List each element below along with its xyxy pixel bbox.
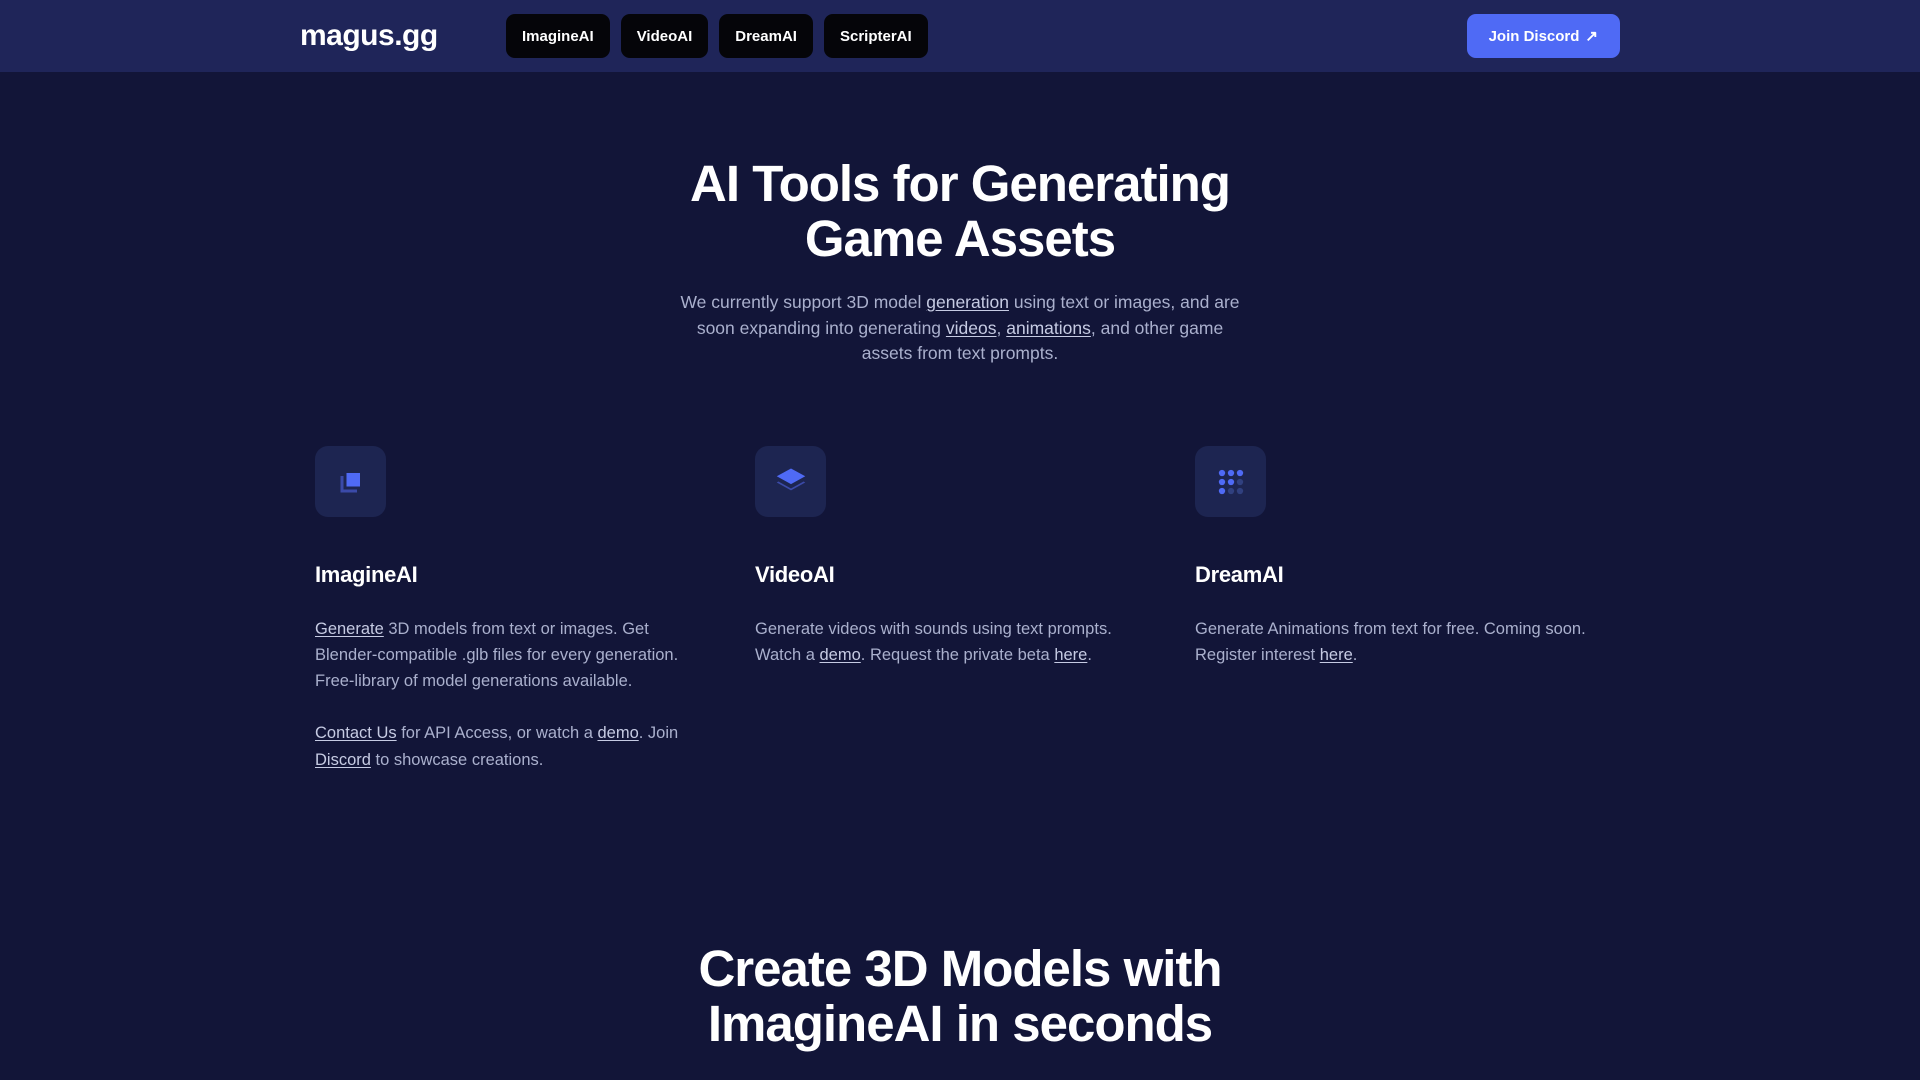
bottom-title-line-1: Create 3D Models with xyxy=(698,939,1222,997)
feature-card-body: Generate 3D models from text or images. … xyxy=(315,616,715,772)
card2-link-demo[interactable]: demo xyxy=(820,646,861,664)
card1-p2-text-1: for API Access, or watch a xyxy=(396,724,598,743)
layers-stack-icon xyxy=(755,446,826,518)
hero-title-line-2: Game Assets xyxy=(804,210,1116,268)
brand-logo[interactable]: magus.gg xyxy=(300,19,438,53)
feature-card-title: DreamAI xyxy=(1195,562,1284,588)
feature-card-title: ImagineAI xyxy=(315,562,418,588)
feature-card-paragraph-1: Generate videos with sounds using text p… xyxy=(755,616,1155,668)
copy-squares-icon xyxy=(315,446,386,518)
external-link-arrow-icon: ↗ xyxy=(1585,28,1598,45)
feature-card-dreamai: DreamAI Generate Animations from text fo… xyxy=(1195,446,1635,772)
card3-p1-text-1: . xyxy=(1352,646,1358,665)
hero-link-generation[interactable]: generation xyxy=(926,292,1009,312)
join-discord-label: Join Discord xyxy=(1488,27,1580,45)
card1-p2-text-2: . Join xyxy=(638,724,679,743)
nav-item-scripterai[interactable]: ScripterAI xyxy=(823,14,928,58)
hero-section: AI Tools for Generating Game Assets We c… xyxy=(0,72,1920,366)
card1-link-discord[interactable]: Discord xyxy=(315,751,371,769)
bottom-title-line-2: ImagineAI in seconds xyxy=(707,994,1213,1052)
card1-p2-text-3: to showcase creations. xyxy=(370,750,544,769)
bottom-section: Create 3D Models with ImagineAI in secon… xyxy=(0,941,1920,1051)
card2-p1-text-1: . Request the private beta xyxy=(860,646,1055,665)
card1-link-demo[interactable]: demo xyxy=(597,724,638,742)
site-header: magus.gg ImagineAI VideoAI DreamAI Scrip… xyxy=(0,0,1920,72)
feature-card-paragraph-1: Generate 3D models from text or images. … xyxy=(315,616,715,694)
feature-card-body: Generate videos with sounds using text p… xyxy=(755,616,1155,668)
hero-title: AI Tools for Generating Game Assets xyxy=(660,156,1260,266)
feature-card-paragraph-2: Contact Us for API Access, or watch a de… xyxy=(315,720,715,772)
hero-subtitle-text-3: , xyxy=(996,317,1007,338)
hero-link-videos[interactable]: videos xyxy=(946,318,997,338)
card3-p1-text-0: Generate Animations from text for free. … xyxy=(1195,620,1586,665)
card2-p1-text-2: . xyxy=(1087,646,1092,665)
primary-nav: ImagineAI VideoAI DreamAI ScripterAI xyxy=(506,14,928,58)
bottom-title: Create 3D Models with ImagineAI in secon… xyxy=(650,941,1270,1051)
feature-card-title: VideoAI xyxy=(755,562,835,588)
card1-link-generate[interactable]: Generate xyxy=(315,620,384,638)
feature-card-body: Generate Animations from text for free. … xyxy=(1195,616,1595,668)
hero-subtitle: We currently support 3D model generation… xyxy=(680,290,1240,366)
card3-link-here[interactable]: here xyxy=(1320,646,1353,664)
feature-card-paragraph-1: Generate Animations from text for free. … xyxy=(1195,616,1595,668)
nav-item-imagineai[interactable]: ImagineAI xyxy=(506,14,610,58)
hero-subtitle-text-1: We currently support 3D model xyxy=(680,292,927,313)
card2-link-here[interactable]: here xyxy=(1054,646,1087,664)
hero-title-line-1: AI Tools for Generating xyxy=(690,155,1231,212)
join-discord-button[interactable]: Join Discord ↗ xyxy=(1466,14,1620,58)
dot-grid-icon xyxy=(1195,446,1266,518)
nav-item-dreamai[interactable]: DreamAI xyxy=(719,14,813,58)
hero-link-animations[interactable]: animations xyxy=(1006,318,1091,338)
feature-cards: ImagineAI Generate 3D models from text o… xyxy=(0,446,1920,772)
feature-card-imagineai: ImagineAI Generate 3D models from text o… xyxy=(315,446,755,772)
nav-item-videoai[interactable]: VideoAI xyxy=(620,14,709,58)
feature-card-videoai: VideoAI Generate videos with sounds usin… xyxy=(755,446,1195,772)
card1-link-contact-us[interactable]: Contact Us xyxy=(315,724,397,742)
